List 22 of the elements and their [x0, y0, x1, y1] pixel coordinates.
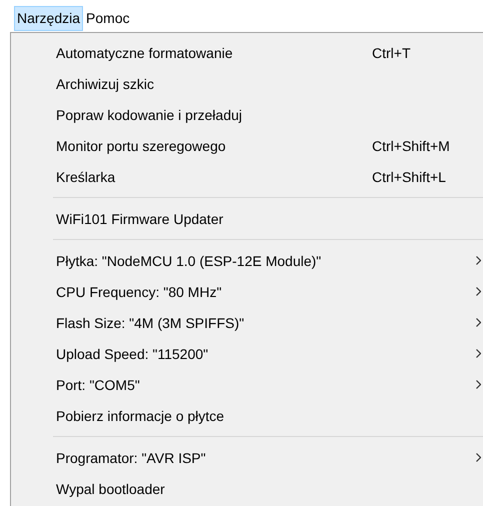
menu-item[interactable]: Automatyczne formatowanie Ctrl+T [11, 37, 483, 68]
menu-item[interactable]: Wypal bootloader [11, 473, 483, 504]
menu-title[interactable]: Pomoc [83, 6, 133, 31]
menu-item[interactable]: Programator: "AVR ISP" [11, 442, 483, 473]
chevron-right-icon [476, 318, 481, 327]
chevron-right-icon [476, 256, 481, 265]
chevron-right-icon [476, 453, 481, 462]
menu-item[interactable]: Popraw kodowanie i przeładuj [11, 99, 483, 130]
menu-item[interactable]: CPU Frequency: "80 MHz" [11, 276, 483, 307]
menu-item[interactable]: WiFi101 Firmware Updater [11, 203, 483, 234]
chevron-right-icon [476, 380, 481, 389]
menu-item[interactable]: Monitor portu szeregowego Ctrl+Shift+M [11, 130, 483, 161]
menu-item[interactable]: Flash Size: "4M (3M SPIFFS)" [11, 307, 483, 338]
menu-title[interactable]: Narzędzia [14, 6, 84, 31]
chevron-right-icon [476, 349, 481, 358]
menu-item[interactable]: Archiwizuj szkic [11, 68, 483, 99]
menu-item[interactable]: Kreślarka Ctrl+Shift+L [11, 161, 483, 192]
menu-item[interactable]: Port: "COM5" [11, 369, 483, 400]
menu-item[interactable]: Płytka: "NodeMCU 1.0 (ESP-12E Module)" [11, 245, 483, 276]
menu-item[interactable]: Pobierz informacje o płytce [11, 400, 483, 431]
menu-item[interactable]: Upload Speed: "115200" [11, 338, 483, 369]
chevron-right-icon [476, 287, 481, 296]
